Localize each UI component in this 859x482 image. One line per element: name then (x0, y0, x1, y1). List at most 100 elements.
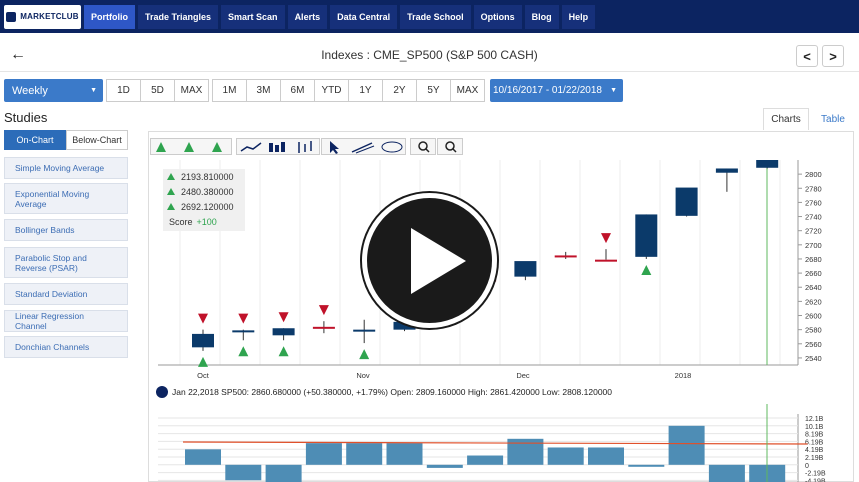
date-range-dropdown[interactable]: 10/16/2017 - 01/22/2018 ▼ (490, 79, 623, 102)
candle-body (595, 259, 617, 262)
candle[interactable] (554, 251, 577, 259)
period-button-max[interactable]: MAX (450, 79, 485, 102)
study-donchian-channels[interactable]: Donchian Channels (4, 336, 128, 358)
volume-bar (426, 464, 463, 468)
candle-body (635, 214, 658, 257)
nav-item-alerts[interactable]: Alerts (287, 4, 328, 29)
candle[interactable] (312, 321, 335, 334)
period-button-1y[interactable]: 1Y (348, 79, 383, 102)
nav-item-blog[interactable]: Blog (524, 4, 559, 29)
studies-title: Studies (4, 110, 48, 125)
nav-item-portfolio[interactable]: Portfolio (84, 4, 135, 29)
candle-body (554, 255, 577, 258)
study-parabolic-stop-and-reverse-psar[interactable]: Parabolic Stop and Reverse (PSAR) (4, 247, 128, 278)
volume-tick-label: 0 (805, 463, 809, 470)
drawing-icons (330, 141, 403, 154)
below-chart-tab[interactable]: Below-Chart (66, 130, 128, 150)
volume-tick-label: 6.19B (805, 439, 824, 446)
price-chart[interactable]: 2800 2780 2760 2740 2720 2700 2680 2660 2640 2620… (148, 160, 854, 380)
nav-item-trade-triangles[interactable]: Trade Triangles (138, 4, 219, 29)
next-button[interactable]: > (822, 45, 844, 67)
candle[interactable] (353, 319, 376, 344)
period-button-1m[interactable]: 1M (212, 79, 247, 102)
period-button-3m[interactable]: 3M (246, 79, 281, 102)
volume-bar (386, 443, 423, 465)
volume-tick-label: 8.19B (805, 432, 824, 439)
period-button-ytd[interactable]: YTD (314, 79, 349, 102)
score: Score +100 (169, 217, 217, 227)
info-row: 2193.810000 (163, 169, 245, 184)
candle-body (192, 333, 214, 348)
candle[interactable] (514, 261, 537, 281)
on-chart-tab[interactable]: On-Chart (4, 130, 66, 150)
volume-tick-label: 10.1B (805, 424, 824, 431)
candle[interactable] (192, 329, 214, 351)
page-title: Indexes : CME_SP500 (S&P 500 CASH) (321, 48, 538, 62)
play-icon (411, 228, 466, 294)
candle[interactable] (272, 328, 295, 341)
zoom-in-button[interactable] (410, 138, 436, 155)
candle[interactable] (635, 214, 658, 259)
y-tick-label: 2720 (805, 227, 822, 236)
study-bollinger-bands[interactable]: Bollinger Bands (4, 219, 128, 241)
volume-bar (305, 443, 342, 465)
prev-button[interactable]: < (796, 45, 818, 67)
candle-body (312, 326, 335, 329)
caret-down-icon: ▼ (90, 87, 97, 94)
nav-item-help[interactable]: Help (561, 4, 596, 29)
y-tick-label: 2760 (805, 198, 822, 207)
drawing-tools[interactable] (321, 138, 406, 155)
chart-logo-icon (156, 386, 168, 398)
candle-body (272, 328, 295, 336)
page-header: ← Indexes : CME_SP500 (S&P 500 CASH) < > (0, 40, 859, 72)
interval-dropdown[interactable]: Weekly ▼ (4, 79, 103, 102)
up-triangle-icon (641, 264, 652, 275)
candle[interactable] (595, 249, 617, 262)
nav-item-smart-scan[interactable]: Smart Scan (221, 4, 285, 29)
nav-item-options[interactable]: Options (473, 4, 522, 29)
x-tick-label: Oct (197, 371, 210, 380)
marketclub-logo[interactable]: MARKETCLUB (4, 4, 81, 29)
tab-table[interactable]: Table (812, 108, 854, 130)
info-row: 2692.120000 (163, 199, 245, 214)
y-tick-label: 2740 (805, 213, 822, 222)
period-button-5d[interactable]: 5D (140, 79, 175, 102)
study-standard-deviation[interactable]: Standard Deviation (4, 283, 128, 305)
volume-bar (547, 447, 584, 465)
candle[interactable] (232, 329, 255, 341)
down-triangle-icon (198, 313, 208, 324)
tab-charts[interactable]: Charts (763, 108, 809, 130)
period-button-1d[interactable]: 1D (106, 79, 141, 102)
up-triangle-icon (167, 173, 175, 180)
zoom-out-button[interactable] (437, 138, 463, 155)
up-triangle-icon (359, 349, 370, 360)
y-tick-label: 2580 (805, 326, 822, 335)
candle[interactable] (715, 168, 738, 192)
y-tick-label: 2620 (805, 297, 822, 306)
logo-icon (6, 11, 17, 22)
study-simple-moving-average[interactable]: Simple Moving Average (4, 157, 128, 179)
period-button-6m[interactable]: 6M (280, 79, 315, 102)
nav-item-data-central[interactable]: Data Central (330, 4, 398, 29)
period-button-max[interactable]: MAX (174, 79, 209, 102)
info-row: 2480.380000 (163, 184, 245, 199)
y-tick-label: 2800 (805, 170, 822, 179)
nav-item-trade-school[interactable]: Trade School (400, 4, 471, 29)
down-triangle-icon (318, 305, 329, 316)
period-button-2y[interactable]: 2Y (382, 79, 417, 102)
controls-row: Weekly ▼ 1D 5D MAX 1M 3M 6M YTD 1Y 2Y 5Y MAX 10/16… (0, 79, 859, 103)
candle[interactable] (675, 187, 698, 217)
volume-tick-label: 12.1B (805, 416, 824, 423)
study-linear-regression-channel[interactable]: Linear Regression Channel (4, 310, 128, 332)
candle-body (715, 168, 738, 173)
play-button[interactable] (362, 193, 497, 328)
chart-type-tools[interactable] (236, 138, 320, 155)
caret-down-icon: ▼ (610, 87, 617, 94)
candle[interactable] (756, 160, 779, 169)
zoom-out-icon (445, 141, 457, 153)
period-button-5y[interactable]: 5Y (416, 79, 451, 102)
up-triangle-icon (198, 356, 208, 367)
study-exponential-moving-average[interactable]: Exponential Moving Average (4, 183, 128, 214)
trade-triangle-tools[interactable] (150, 138, 232, 155)
up-triangle-icon (238, 346, 249, 357)
